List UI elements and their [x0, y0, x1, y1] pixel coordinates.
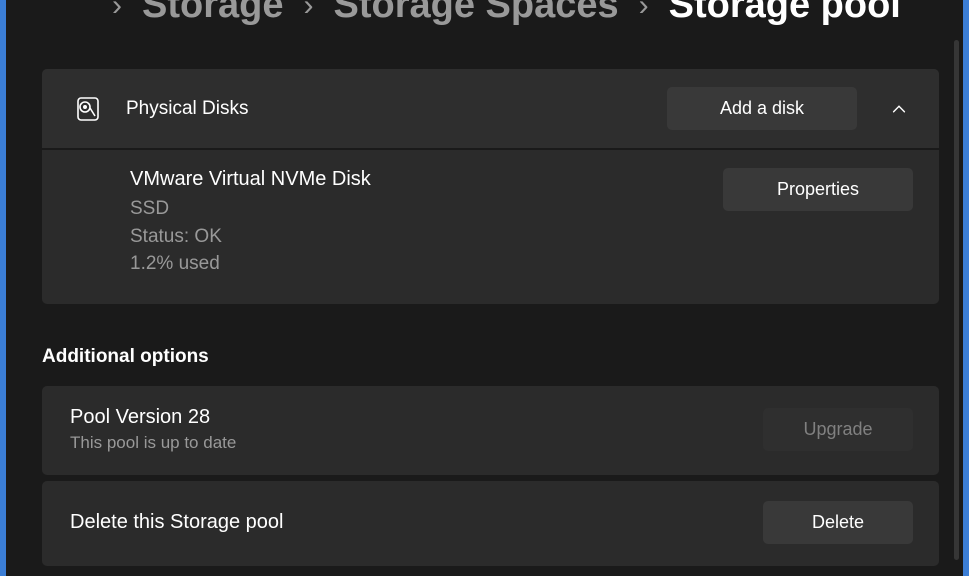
delete-button[interactable]: Delete [763, 501, 913, 544]
breadcrumb-storage-spaces[interactable]: Storage Spaces [333, 0, 618, 27]
disk-row: VMware Virtual NVMe Disk SSD Status: OK … [42, 148, 939, 304]
disk-type: SSD [130, 195, 723, 223]
properties-button[interactable]: Properties [723, 168, 913, 211]
disk-name: VMware Virtual NVMe Disk [130, 168, 723, 191]
pool-version-title: Pool Version 28 [70, 406, 763, 429]
chevron-up-icon[interactable] [885, 100, 913, 118]
physical-disks-card: Physical Disks Add a disk VMware Virtual… [42, 69, 939, 304]
scrollbar[interactable] [954, 40, 959, 560]
pool-version-subtitle: This pool is up to date [70, 433, 763, 453]
additional-options-title: Additional options [42, 346, 939, 368]
delete-pool-title: Delete this Storage pool [70, 511, 763, 534]
disk-icon [74, 94, 102, 124]
breadcrumb-storage[interactable]: Storage [142, 0, 283, 27]
disk-status: Status: OK [130, 223, 723, 251]
disk-info: VMware Virtual NVMe Disk SSD Status: OK … [130, 168, 723, 278]
chevron-right-icon: › [639, 0, 649, 23]
upgrade-button: Upgrade [763, 408, 913, 451]
chevron-right-icon: › [112, 0, 122, 23]
physical-disks-title: Physical Disks [126, 98, 667, 120]
add-disk-button[interactable]: Add a disk [667, 87, 857, 130]
chevron-right-icon: › [303, 0, 313, 23]
breadcrumb: › Storage › Storage Spaces › Storage poo… [112, 0, 939, 27]
disk-usage: 1.2% used [130, 250, 723, 278]
delete-pool-card: Delete this Storage pool Delete [42, 481, 939, 566]
breadcrumb-current: Storage pool [669, 0, 901, 27]
pool-version-card: Pool Version 28 This pool is up to date … [42, 386, 939, 475]
physical-disks-header[interactable]: Physical Disks Add a disk [42, 69, 939, 148]
